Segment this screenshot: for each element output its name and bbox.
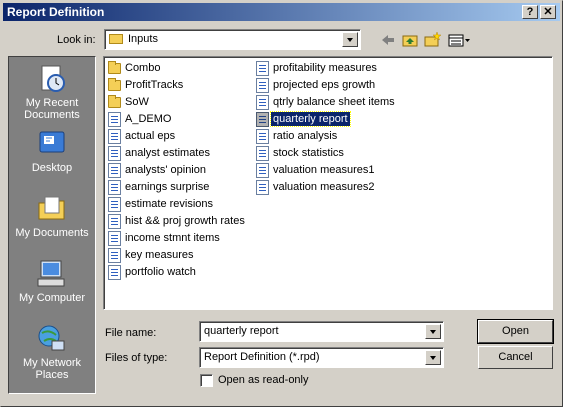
place-recent-documents[interactable]: My Recent Documents <box>9 63 95 121</box>
place-label: My Recent Documents <box>24 97 80 121</box>
report-file-icon <box>108 214 121 229</box>
place-desktop[interactable]: Desktop <box>9 128 95 174</box>
item-label: A_DEMO <box>125 113 172 125</box>
file-type-label: Files of type: <box>105 352 168 364</box>
report-file-icon <box>256 61 269 76</box>
new-folder-icon[interactable] <box>422 31 442 49</box>
item-label: estimate revisions <box>125 198 214 210</box>
desktop-icon <box>36 128 68 160</box>
item-label: earnings surprise <box>125 181 210 193</box>
back-icon[interactable] <box>378 31 398 49</box>
item-label: actual eps <box>125 130 176 142</box>
my-documents-icon <box>36 193 68 225</box>
file-name-label: File name: <box>105 327 157 339</box>
network-places-icon <box>36 323 68 355</box>
report-file-icon <box>108 231 121 246</box>
report-file-icon <box>108 112 121 127</box>
read-only-label: Open as read-only <box>218 374 309 386</box>
item-label: projected eps growth <box>273 79 376 91</box>
folder-icon <box>108 95 121 108</box>
report-file-icon <box>256 95 269 110</box>
close-button[interactable]: ✕ <box>540 5 556 19</box>
open-button[interactable]: Open <box>477 319 554 344</box>
report-file-icon <box>108 146 121 161</box>
report-file-icon <box>108 180 121 195</box>
place-label: My Documents <box>15 227 89 239</box>
report-file-icon <box>256 180 269 195</box>
place-my-documents[interactable]: My Documents <box>9 193 95 239</box>
item-label: income stmnt items <box>125 232 220 244</box>
item-label: profitability measures <box>273 62 377 74</box>
report-file-icon <box>256 146 269 161</box>
dialog-title: Report Definition <box>7 5 105 19</box>
chevron-down-icon[interactable] <box>425 324 441 339</box>
recent-documents-icon <box>36 63 68 95</box>
places-bar: My Recent Documents Desktop My Documents… <box>8 56 96 394</box>
folder-icon <box>108 61 121 74</box>
item-label: key measures <box>125 249 194 261</box>
item-label: portfolio watch <box>125 266 196 278</box>
place-label: Desktop <box>31 162 73 174</box>
file-list[interactable]: Combo ProfitTracks SoW A_DEMOactual eps anal… <box>103 56 553 310</box>
item-label: quarterly report <box>270 111 351 127</box>
chevron-down-icon[interactable] <box>425 350 441 365</box>
report-file-icon <box>256 78 269 93</box>
item-label: valuation measures1 <box>273 164 375 176</box>
help-button[interactable]: ? <box>522 5 538 19</box>
report-file-icon <box>108 163 121 178</box>
report-file-icon <box>108 197 121 212</box>
item-label: ratio analysis <box>273 130 338 142</box>
file-name-combo[interactable]: quarterly report <box>199 321 444 342</box>
report-file-icon <box>108 265 121 280</box>
report-file-icon <box>108 129 121 144</box>
item-label: analyst estimates <box>125 147 210 159</box>
report-file-icon <box>256 112 269 127</box>
file-type-combo[interactable]: Report Definition (*.rpd) <box>199 347 444 368</box>
view-menu-icon[interactable] <box>446 31 472 49</box>
report-file-icon <box>256 163 269 178</box>
item-label: Combo <box>125 62 161 74</box>
cancel-button[interactable]: Cancel <box>478 346 553 369</box>
report-file-icon <box>256 129 269 144</box>
file-type-value: Report Definition (*.rpd) <box>204 351 320 363</box>
file-name-input[interactable]: quarterly report <box>204 325 279 337</box>
my-computer-icon <box>36 258 68 290</box>
place-my-computer[interactable]: My Computer <box>9 258 95 304</box>
place-label: My Network Places <box>22 357 82 381</box>
folder-icon <box>108 78 121 91</box>
look-in-label: Look in: <box>57 34 96 46</box>
place-label: My Computer <box>18 292 86 304</box>
item-label: hist && proj growth rates <box>125 215 245 227</box>
title-bar[interactable]: Report Definition ? ✕ <box>3 3 560 21</box>
item-label: valuation measures2 <box>273 181 375 193</box>
item-label: ProfitTracks <box>125 79 184 91</box>
report-file-icon <box>108 248 121 263</box>
item-label: SoW <box>125 96 149 108</box>
look-in-combo[interactable]: Inputs <box>104 29 361 50</box>
up-folder-icon[interactable] <box>400 31 420 49</box>
item-label: stock statistics <box>273 147 344 159</box>
item-label: qtrly balance sheet items <box>273 96 395 108</box>
read-only-checkbox[interactable] <box>200 374 213 387</box>
place-network-places[interactable]: My Network Places <box>9 323 95 381</box>
folder-icon <box>109 34 123 44</box>
chevron-down-icon[interactable] <box>342 32 358 47</box>
item-label: analysts' opinion <box>125 164 206 176</box>
look-in-value: Inputs <box>128 33 158 45</box>
